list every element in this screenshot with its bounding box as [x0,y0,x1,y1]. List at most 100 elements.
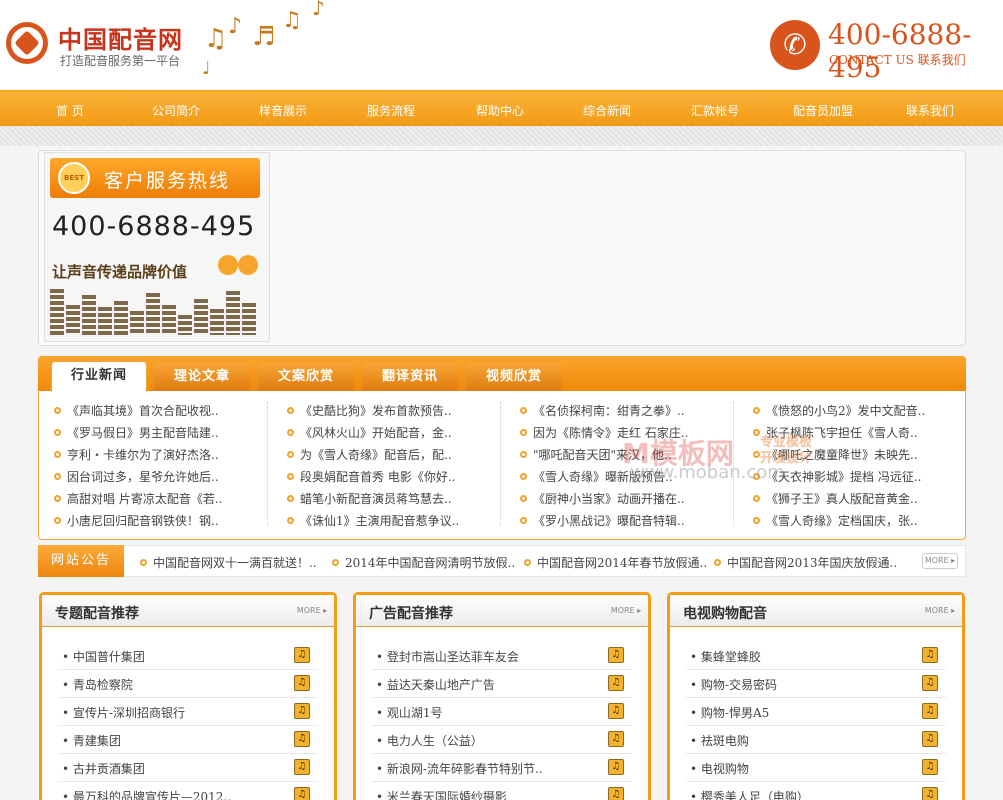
bullet-icon [520,451,527,458]
logo-title[interactable]: 中国配音网 [58,20,183,55]
news-item[interactable]: 为《雪人奇缘》配音后，配.. [287,446,452,463]
headphone-icon[interactable]: ♫ [608,675,624,691]
bullet-icon [287,407,294,414]
headphone-icon[interactable]: ♫ [294,647,310,663]
news-item[interactable]: 《风林火山》开始配音，金.. [287,424,452,441]
headphone-icon[interactable]: ♫ [294,703,310,719]
news-item[interactable]: 《罗马假日》男主配音陆建.. [54,424,219,441]
person-icon [238,255,258,275]
list-item[interactable]: • 祛斑电购 [690,732,749,749]
news-item[interactable]: 《厨神小当家》动画开播在.. [520,490,685,507]
list-item[interactable]: • 中国普什集团 [62,648,145,665]
news-item[interactable]: 高甜对唱 片寄凉太配音《若.. [54,490,222,507]
list-item[interactable]: • 观山湖1号 [376,704,443,721]
news-item[interactable]: 小唐尼回归配音钢铁侠！钢.. [54,512,219,529]
news-item[interactable]: 《史酷比狗》发布首款预告.. [287,402,452,419]
news-item[interactable]: 亨利・卡维尔为了演好杰洛.. [54,446,219,463]
headphone-icon[interactable]: ♫ [922,787,938,800]
headphone-icon[interactable]: ♫ [608,787,624,800]
list-item[interactable]: • 益达天秦山地产广告 [376,676,495,693]
tab-translation[interactable]: 翻译资讯 [362,363,458,391]
nav-item-process[interactable]: 服务流程 [367,102,415,119]
list-item[interactable]: • 登封市嵩山圣达菲车友会 [376,648,519,665]
headphone-icon[interactable]: ♫ [608,703,624,719]
nav-item-payment[interactable]: 汇款帐号 [691,102,739,119]
tab-theory[interactable]: 理论文章 [154,363,250,391]
tab-copywriting[interactable]: 文案欣赏 [258,363,354,391]
watermark-tag: 专业模板开发设计 [760,435,813,466]
bullet-icon [524,559,531,566]
bullet-icon [753,407,760,414]
news-item[interactable]: 《诛仙1》主演用配音惹争议.. [287,512,459,529]
divider [372,697,632,698]
nav-item-about[interactable]: 公司简介 [152,102,200,119]
notice-item[interactable]: 中国配音网双十一满百就送！.. [140,554,317,571]
nav-item-help[interactable]: 帮助中心 [476,102,524,119]
news-item[interactable]: 《声临其境》首次合配收视.. [54,402,219,419]
list-item[interactable]: • 新浪网-流年碎影春节特别节.. [376,760,543,777]
list-item[interactable]: • 最万科的品牌宣传片—2012.. [62,788,231,800]
equalizer-bar [66,305,80,335]
news-item[interactable]: 《愤怒的小鸟2》发中文配音.. [753,402,925,419]
divider [686,725,946,726]
list-item[interactable]: • 樱秀美人足（电购） [690,788,809,800]
bullet-icon [520,407,527,414]
headphone-icon[interactable]: ♫ [922,731,938,747]
notice-item[interactable]: 中国配音网2014年春节放假通.. [524,554,707,571]
list-item[interactable]: • 购物-交易密码 [690,676,777,693]
news-item[interactable]: 蜡笔小新配音演员蒋笃慧去.. [287,490,452,507]
headphone-icon[interactable]: ♫ [608,731,624,747]
bullet-icon [54,429,61,436]
notice-label: 网站公告 [38,545,124,577]
divider [58,753,318,754]
notice-item[interactable]: 中国配音网2013年国庆放假通.. [714,554,897,571]
headphone-icon[interactable]: ♫ [294,759,310,775]
headphone-icon[interactable]: ♫ [608,759,624,775]
nav-item-news[interactable]: 综合新闻 [583,102,631,119]
divider [686,697,946,698]
tab-video[interactable]: 视频欣赏 [466,363,562,391]
headphone-icon[interactable]: ♫ [922,703,938,719]
person-icon [218,255,238,275]
news-item[interactable]: 《名侦探柯南：绀青之拳》.. [520,402,685,419]
headphone-icon[interactable]: ♫ [294,675,310,691]
list-item[interactable]: • 青岛检察院 [62,676,133,693]
contact-us-label[interactable]: CONTACT US 联系我们 [829,51,966,68]
notice-item[interactable]: 2014年中国配音网清明节放假.. [332,554,515,571]
bullet-icon [753,517,760,524]
bullet-icon [753,429,760,436]
bullet-icon [520,473,527,480]
headphone-icon[interactable]: ♫ [294,787,310,800]
news-item[interactable]: 因台词过多，星爷允许她后.. [54,468,219,485]
news-item[interactable]: 段奥娟配音首秀 电影《你好.. [287,468,455,485]
headphone-icon[interactable]: ♫ [608,647,624,663]
logo-icon[interactable] [6,22,48,64]
list-item[interactable]: • 米兰春天国际婚纱摄影 [376,788,507,800]
nav-item-join[interactable]: 配音员加盟 [793,102,853,119]
list-item[interactable]: • 电视购物 [690,760,749,777]
tab-industry-news[interactable]: 行业新闻 [51,361,147,392]
bullet-icon [287,451,294,458]
bullet-icon [54,495,61,502]
list-item[interactable]: • 宣传片-深圳招商银行 [62,704,185,721]
headphone-icon[interactable]: ♫ [922,675,938,691]
list-item[interactable]: • 青建集团 [62,732,121,749]
panel-more-button[interactable]: MORE ▸ [608,604,644,620]
divider [58,725,318,726]
news-item[interactable]: 《罗小黑战记》曝配音特辑.. [520,512,685,529]
news-item[interactable]: 《狮子王》真人版配音黄金.. [753,490,918,507]
nav-item-contact[interactable]: 联系我们 [906,102,954,119]
headphone-icon[interactable]: ♫ [922,647,938,663]
nav-item-home[interactable]: 首 页 [56,102,84,119]
news-item[interactable]: 《雪人奇缘》定档国庆，张.. [753,512,918,529]
list-item[interactable]: • 购物-悍男A5 [690,704,769,721]
panel-more-button[interactable]: MORE ▸ [922,604,958,620]
panel-more-button[interactable]: MORE ▸ [294,604,330,620]
nav-item-samples[interactable]: 样音展示 [259,102,307,119]
headphone-icon[interactable]: ♫ [922,759,938,775]
list-item[interactable]: • 集蜂堂蜂胶 [690,648,761,665]
headphone-icon[interactable]: ♫ [294,731,310,747]
list-item[interactable]: • 电力人生（公益） [376,732,483,749]
notice-more-button[interactable]: MORE ▸ [922,553,958,569]
list-item[interactable]: • 古井贡酒集团 [62,760,145,777]
